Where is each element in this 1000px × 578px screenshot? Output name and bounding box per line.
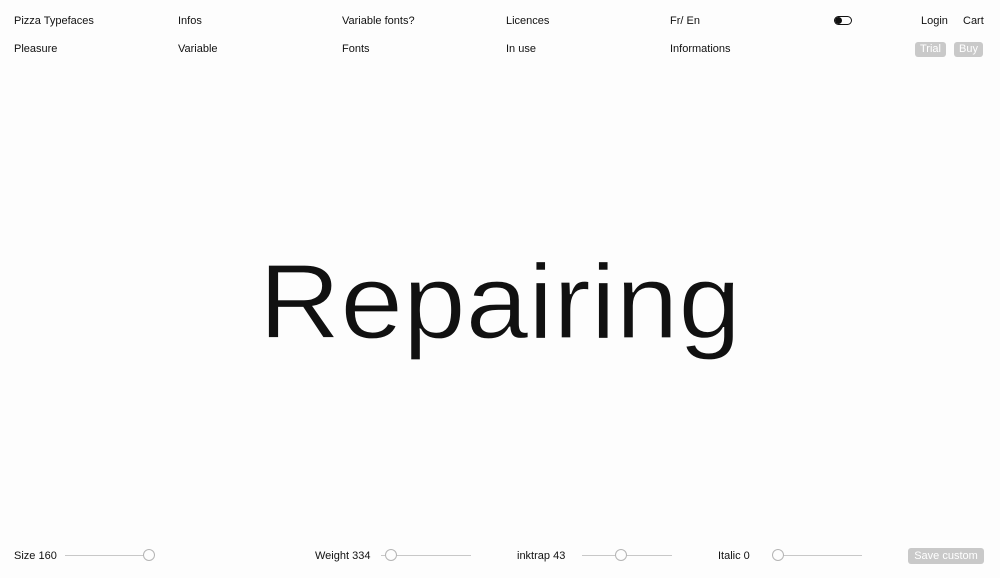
weight-slider[interactable]: [381, 549, 471, 561]
nav-link-informations[interactable]: Informations: [670, 41, 731, 57]
save-custom-button[interactable]: Save custom: [908, 548, 984, 564]
italic-slider[interactable]: [772, 549, 862, 561]
nav-row-font: Pleasure Variable Fonts In use Informati…: [0, 41, 1000, 57]
font-controls: Size 160 Weight 334 inktrap 43 Italic 0 …: [0, 548, 1000, 564]
cart-link[interactable]: Cart: [963, 13, 984, 29]
italic-slider-thumb[interactable]: [772, 549, 784, 561]
toggle-knob-icon: [835, 17, 842, 24]
inktrap-label: inktrap 43: [517, 550, 566, 562]
size-slider-thumb[interactable]: [143, 549, 155, 561]
inktrap-slider[interactable]: [582, 549, 672, 561]
theme-toggle[interactable]: [834, 16, 852, 25]
weight-slider-thumb[interactable]: [385, 549, 397, 561]
size-label: Size 160: [14, 550, 57, 562]
login-link[interactable]: Login: [921, 13, 948, 29]
nav-link-pleasure[interactable]: Pleasure: [14, 41, 57, 57]
buy-button[interactable]: Buy: [954, 42, 983, 57]
nav-link-licences[interactable]: Licences: [506, 13, 549, 29]
size-slider[interactable]: [65, 549, 155, 561]
nav-link-language[interactable]: Fr/ En: [670, 13, 700, 29]
specimen-text: Repairing: [259, 248, 741, 361]
weight-label: Weight 334: [315, 550, 371, 562]
type-specimen[interactable]: Repairing: [0, 248, 1000, 378]
inktrap-slider-thumb[interactable]: [615, 549, 627, 561]
nav-link-fonts[interactable]: Fonts: [342, 41, 370, 57]
nav-link-variable[interactable]: Variable: [178, 41, 218, 57]
italic-label: Italic 0: [718, 550, 750, 562]
trial-button[interactable]: Trial: [915, 42, 946, 57]
nav-link-variable-fonts[interactable]: Variable fonts?: [342, 13, 415, 29]
nav-link-infos[interactable]: Infos: [178, 13, 202, 29]
nav-link-in-use[interactable]: In use: [506, 41, 536, 57]
nav-link-pizza-typefaces[interactable]: Pizza Typefaces: [14, 13, 94, 29]
nav-row-top: Pizza Typefaces Infos Variable fonts? Li…: [0, 13, 1000, 29]
specimen-svg: Repairing: [258, 248, 741, 362]
type-foundry-page: Pizza Typefaces Infos Variable fonts? Li…: [0, 0, 1000, 578]
